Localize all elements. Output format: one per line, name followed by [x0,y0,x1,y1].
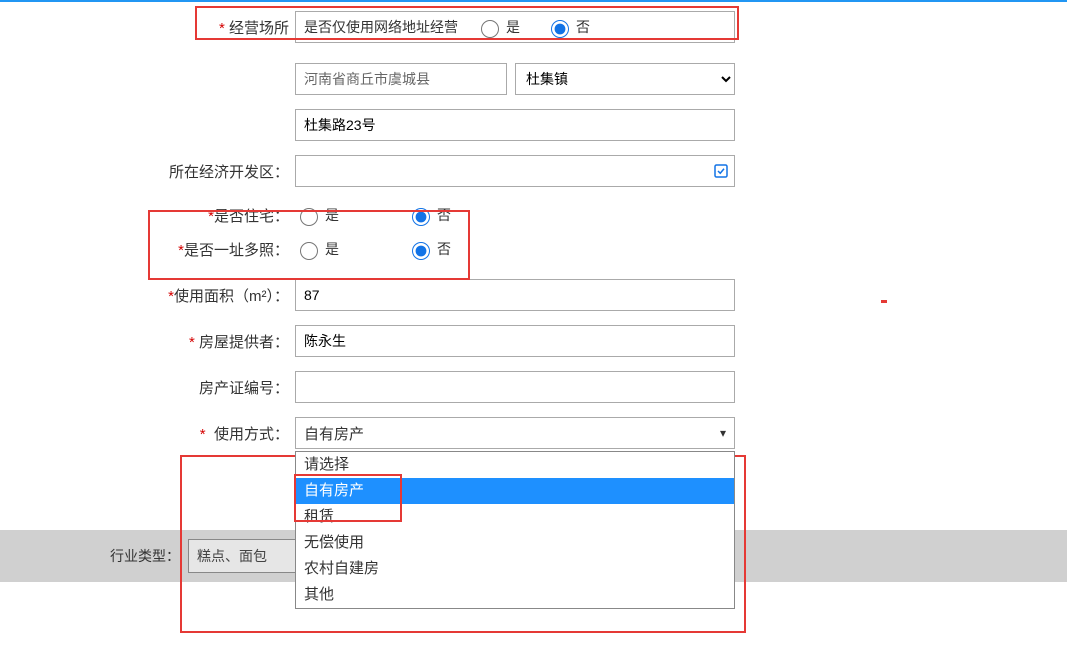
provider-input[interactable] [295,325,735,357]
usage-method-select[interactable]: 自有房产 ▾ [295,417,735,449]
network-only-no-radio[interactable] [551,20,569,38]
multi-license-label: 是否一址多照： [184,242,289,259]
residence-yes-option[interactable]: 是 [295,205,339,226]
no-text: 否 [437,205,451,225]
usage-selected-text: 自有房产 [304,423,364,444]
usage-option-rent[interactable]: 租赁 [296,504,734,530]
provider-label: 房屋提供者： [199,334,289,351]
required-mark: * [219,20,225,37]
chevron-down-icon: ▾ [720,426,726,440]
multi-license-no-radio[interactable] [412,242,430,260]
residence-no-option[interactable]: 否 [407,205,451,226]
network-only-no-option[interactable]: 否 [546,17,590,38]
network-only-yes-option[interactable]: 是 [476,17,520,38]
yes-text: 是 [506,17,520,37]
area-label: 使用面积（m²）： [174,288,289,305]
business-place-label: 经营场所 [229,20,289,37]
no-text: 否 [576,17,590,37]
multi-license-yes-radio[interactable] [300,242,318,260]
usage-label: 使用方式： [214,426,289,443]
multi-license-yes-option[interactable]: 是 [295,239,339,260]
industry-value: 糕点、面包 [197,546,267,566]
usage-method-dropdown: 请选择 自有房产 租赁 无偿使用 农村自建房 其他 [295,451,735,609]
cert-no-input[interactable] [295,371,735,403]
multi-license-no-option[interactable]: 否 [407,239,451,260]
usage-option-placeholder[interactable]: 请选择 [296,452,734,478]
town-select[interactable]: 杜集镇 [515,63,735,95]
residence-label: 是否住宅： [214,208,289,225]
yes-text: 是 [325,239,339,259]
region-readonly-input [295,63,507,95]
network-only-yes-radio[interactable] [481,20,499,38]
econ-zone-label: 所在经济开发区： [169,164,289,181]
area-input[interactable] [295,279,735,311]
usage-option-free[interactable]: 无偿使用 [296,530,734,556]
select-icon[interactable] [711,161,731,181]
industry-label: 行业类型： [110,546,180,566]
yes-text: 是 [325,205,339,225]
usage-option-other[interactable]: 其他 [296,582,734,608]
cert-no-label: 房产证编号： [199,380,289,397]
no-text: 否 [437,239,451,259]
usage-option-rural[interactable]: 农村自建房 [296,556,734,582]
address-input[interactable] [295,109,735,141]
econ-zone-input[interactable] [295,155,735,187]
required-mark: * [200,426,206,443]
usage-option-own[interactable]: 自有房产 [296,478,734,504]
required-mark: * [189,334,195,351]
residence-yes-radio[interactable] [300,208,318,226]
stray-red-mark [881,300,887,303]
residence-no-radio[interactable] [412,208,430,226]
network-only-prompt: 是否仅使用网络地址经营 [304,17,458,37]
